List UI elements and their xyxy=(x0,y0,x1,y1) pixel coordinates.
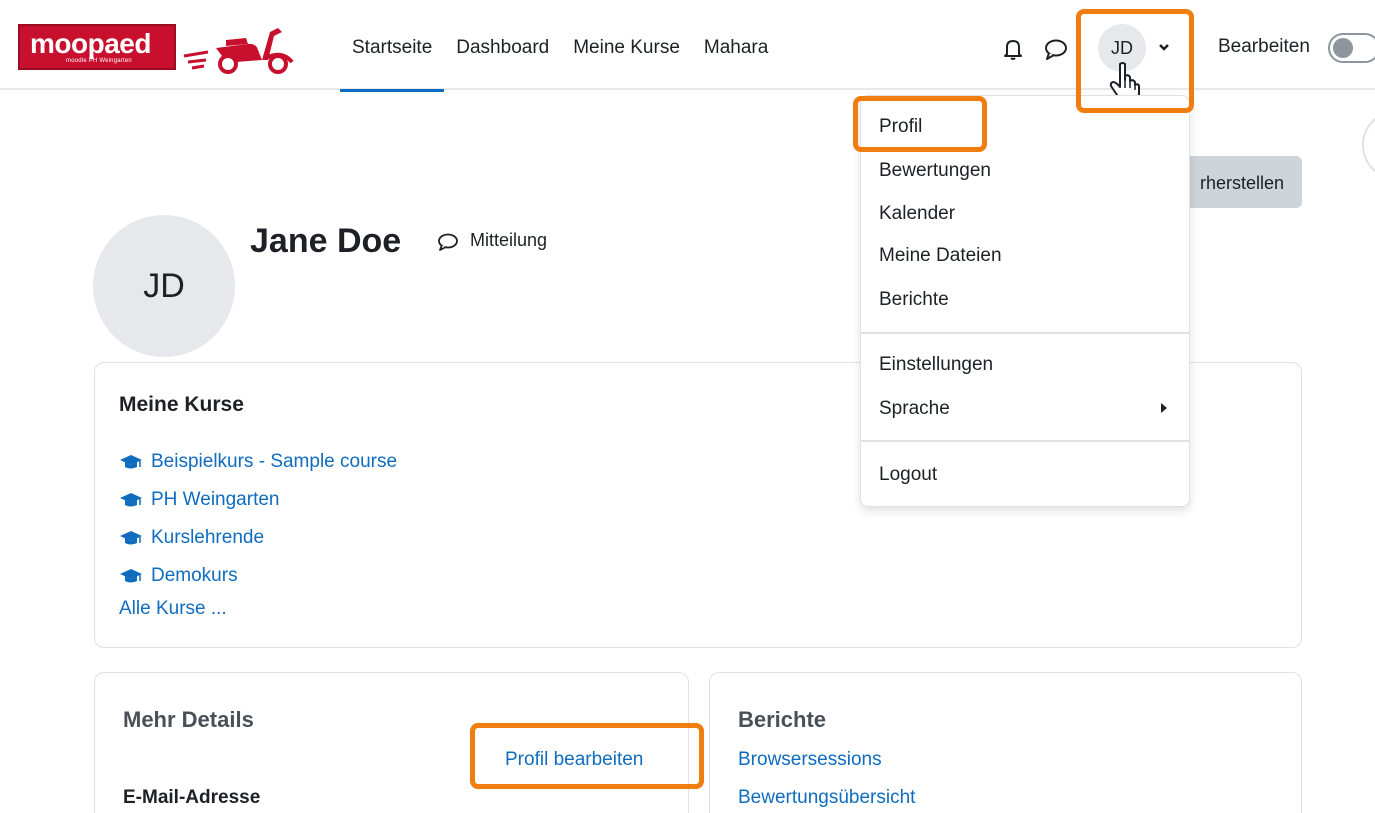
chat-icon[interactable] xyxy=(437,232,459,252)
list-item: Beispielkurs - Sample course xyxy=(119,443,397,481)
logo-text: moopaed xyxy=(30,28,151,59)
more-details-card: Mehr Details Profil bearbeiten E-Mail-Ad… xyxy=(94,672,689,813)
list-item: Demokurs xyxy=(119,557,397,595)
edit-mode-label: Bearbeiten xyxy=(1218,36,1310,57)
graduation-cap-icon xyxy=(120,455,142,469)
course-link[interactable]: Demokurs xyxy=(151,565,238,587)
course-link[interactable]: PH Weingarten xyxy=(151,489,280,511)
list-item: Kurslehrende xyxy=(119,519,397,557)
nav-meine-kurse[interactable]: Meine Kurse xyxy=(561,0,692,90)
more-details-heading: Mehr Details xyxy=(123,707,254,732)
menu-divider xyxy=(861,332,1189,334)
browser-sessions-link[interactable]: Browsersessions xyxy=(738,749,882,771)
bell-icon[interactable] xyxy=(1000,36,1026,62)
graduation-cap-icon xyxy=(120,531,142,545)
edit-profile-link[interactable]: Profil bearbeiten xyxy=(505,749,643,771)
edit-mode-toggle[interactable] xyxy=(1328,33,1375,63)
my-courses-heading: Meine Kurse xyxy=(119,393,244,416)
primary-navigation: Startseite Dashboard Meine Kurse Mahara xyxy=(340,0,780,92)
all-courses-link[interactable]: Alle Kurse ... xyxy=(119,598,227,620)
menu-item-bewertungen[interactable]: Bewertungen xyxy=(879,160,991,182)
top-navbar: moopaed moodle PH Weingarten Startseite … xyxy=(0,0,1375,92)
menu-divider xyxy=(861,440,1189,442)
page-title: Jane Doe xyxy=(250,222,402,260)
course-link[interactable]: Kurslehrende xyxy=(151,527,264,549)
menu-item-sprache[interactable]: Sprache xyxy=(879,398,950,420)
chevron-down-icon[interactable] xyxy=(1157,40,1171,54)
user-dropdown-menu: Profil Bewertungen Kalender Meine Dateie… xyxy=(860,95,1190,507)
menu-item-profil[interactable]: Profil xyxy=(879,116,922,138)
nav-mahara[interactable]: Mahara xyxy=(692,0,780,90)
reports-card: Berichte Browsersessions Bewertungsübers… xyxy=(709,672,1302,813)
chat-icon[interactable] xyxy=(1043,36,1069,62)
drawer-toggle-button[interactable] xyxy=(1362,110,1375,180)
nav-startseite[interactable]: Startseite xyxy=(340,0,445,92)
site-logo[interactable]: moopaed moodle PH Weingarten xyxy=(18,24,176,70)
caret-right-icon xyxy=(1161,403,1167,413)
course-link[interactable]: Beispielkurs - Sample course xyxy=(151,451,397,473)
toggle-knob xyxy=(1333,38,1353,58)
graduation-cap-icon xyxy=(120,569,142,583)
menu-item-kalender[interactable]: Kalender xyxy=(879,203,955,225)
menu-item-logout[interactable]: Logout xyxy=(879,464,937,486)
logo-subtext: moodle PH Weingarten xyxy=(66,58,132,64)
list-item: PH Weingarten xyxy=(119,481,397,519)
send-message-link[interactable]: Mitteilung xyxy=(470,230,547,251)
email-label: E-Mail-Adresse xyxy=(123,787,261,808)
graduation-cap-icon xyxy=(120,493,142,507)
nav-dashboard[interactable]: Dashboard xyxy=(444,0,561,90)
profile-avatar: JD xyxy=(93,215,235,357)
grade-overview-link[interactable]: Bewertungsübersicht xyxy=(738,787,915,809)
course-list: Beispielkurs - Sample course PH Weingart… xyxy=(119,443,397,595)
menu-item-meine-dateien[interactable]: Meine Dateien xyxy=(879,245,1002,267)
reports-heading: Berichte xyxy=(738,707,827,732)
menu-item-berichte[interactable]: Berichte xyxy=(879,289,949,311)
menu-item-einstellungen[interactable]: Einstellungen xyxy=(879,354,993,376)
scooter-icon xyxy=(183,28,294,74)
